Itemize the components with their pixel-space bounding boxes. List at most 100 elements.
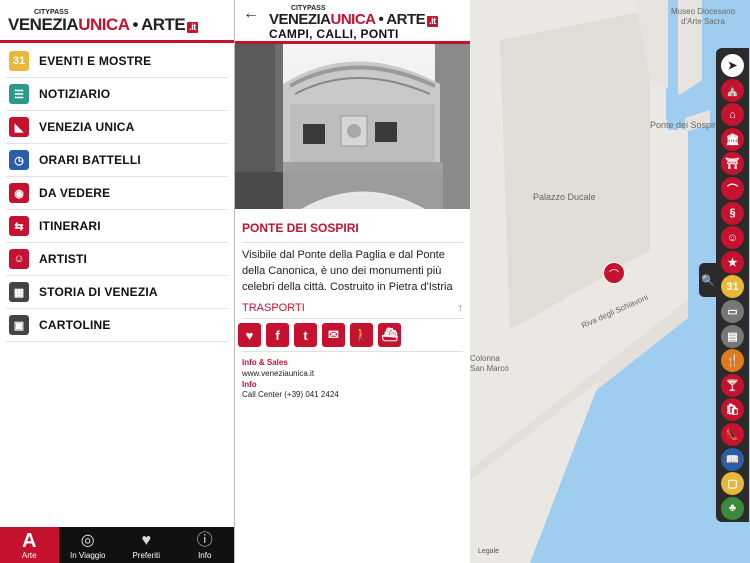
back-arrow-icon[interactable]: ← [243, 5, 259, 23]
detail-panel: ← CITYPASS VENEZIA UNICA • ARTE .it CAMPI, C… [235, 0, 470, 563]
tree-icon[interactable]: ♣ [721, 496, 744, 520]
logo-dot: • [378, 11, 384, 28]
shopping-icon[interactable]: 🛍 [721, 398, 744, 422]
map-legal-link[interactable]: Legale [478, 548, 499, 555]
chapel-icon[interactable]: ⌂ [721, 103, 744, 127]
restaurant-icon[interactable]: 🍴 [721, 349, 744, 373]
bridge-map-pin-icon[interactable]: ⌒ [603, 262, 625, 284]
bus-icon[interactable]: ▭ [721, 300, 744, 323]
seahorse-icon[interactable]: § [721, 201, 744, 225]
transports-section[interactable]: TRASPORTI ↑ [242, 302, 463, 319]
venezia-unica-icon: ◣ [9, 117, 29, 137]
venezia-unica-logo[interactable]: CITYPASS VENEZIA UNICA • ARTE .it [8, 9, 198, 34]
logo-venezia: VENEZIA [269, 11, 331, 28]
action-buttons: ♥ f t ✉ 🚶 ⛴ [238, 323, 401, 347]
menu-item-label: ARTISTI [39, 252, 88, 266]
expand-arrow-icon[interactable]: ↑ [458, 302, 464, 314]
menu-item[interactable]: ▣ CARTOLINE [6, 309, 228, 342]
favorite-heart-icon[interactable]: ♥ [238, 323, 261, 347]
target-icon: ◎ [80, 532, 95, 549]
logo-it: .it [427, 16, 438, 27]
logo-unica: UNICA [330, 11, 377, 28]
facebook-icon[interactable]: f [266, 323, 289, 347]
menu-item-label: STORIA DI VENEZIA [39, 285, 158, 299]
tab-label: In Viaggio [70, 551, 106, 560]
tab-label: Arte [21, 551, 37, 560]
logo-unica: UNICA [78, 15, 130, 34]
box-icon[interactable]: ▢ [721, 472, 744, 496]
tab-arte[interactable]: A Arte [0, 527, 59, 563]
calendar-icon: 31 [9, 51, 29, 71]
walking-icon[interactable]: 🚶 [350, 323, 373, 347]
category-subtitle: CAMPI, CALLI, PONTI [269, 27, 399, 41]
shoe-icon[interactable]: 👠 [721, 423, 744, 446]
menu-item-label: ITINERARI [39, 219, 101, 233]
arte-icon: A [22, 530, 37, 552]
bridge-photo [235, 44, 470, 209]
tab-label: Preferiti [132, 551, 161, 560]
postcard-icon: ▣ [9, 315, 29, 335]
menu-item[interactable]: ⇆ ITINERARI [6, 210, 228, 243]
bottom-tab-bar: A Arte ◎ In Viaggio ♥ Preferiti ⓘ Info [0, 527, 234, 563]
signpost-icon: ⇆ [9, 216, 29, 236]
email-icon[interactable]: ✉ [322, 323, 345, 347]
map-label-ponte: Ponte dei Sospiri [650, 120, 719, 130]
transports-label: TRASPORTI [242, 302, 305, 314]
info-label: Info [242, 380, 257, 389]
menu-item-label: NOTIZIARIO [39, 87, 111, 101]
map-category-strip: ➤ ⛪ ⌂ 🏛 ⛩ ⌒ § ☺ ★ 31 ▭ ▤ 🍴 🍸 🛍 👠 📖 ▢ ♣ [716, 48, 749, 522]
logo-arte: ARTE [386, 11, 426, 28]
clock-icon: ◷ [9, 150, 29, 170]
museum-icon[interactable]: 🏛 [721, 127, 744, 151]
gate-icon[interactable]: ⛩ [721, 152, 744, 176]
place-description: Visibile dal Ponte della Paglia e dal Po… [242, 249, 453, 291]
locate-arrow-icon[interactable]: ➤ [721, 54, 744, 77]
tab-label: Info [198, 551, 212, 560]
church-icon[interactable]: ⛪ [721, 78, 744, 102]
info-sales-link[interactable]: www.veneziaunica.it [242, 369, 314, 379]
logo-citypass: CITYPASS [291, 5, 326, 12]
menu-item[interactable]: ☰ NOTIZIARIO [6, 78, 228, 111]
menu-item[interactable]: ◣ VENEZIA UNICA [6, 111, 228, 144]
map-label-palazzo: Palazzo Ducale [533, 192, 596, 202]
place-title: PONTE DEI SOSPIRI [242, 221, 359, 235]
map-label-museo: Museo Diocesano d'Arte Sacra [671, 7, 736, 26]
tab-in-viaggio[interactable]: ◎ In Viaggio [59, 527, 118, 563]
logo-dot: • [132, 15, 139, 34]
menu-item[interactable]: ◉ DA VEDERE [6, 177, 228, 210]
menu-item[interactable]: ☺ ARTISTI [6, 243, 228, 276]
app-window: CITYPASS VENEZIA UNICA • ARTE .it 31 EVENTI E… [0, 0, 750, 563]
info-sales-label: Info & Sales [242, 358, 288, 367]
map-search-icon[interactable]: 🔍 [699, 263, 717, 297]
star-icon[interactable]: ★ [721, 250, 744, 274]
calendar-icon[interactable]: 31 [721, 275, 744, 299]
title-separator [242, 242, 463, 243]
menu-item[interactable]: ◷ ORARI BATTELLI [6, 144, 228, 177]
cocktail-icon[interactable]: 🍸 [721, 373, 744, 397]
main-menu: 31 EVENTI E MOSTRE ☰ NOTIZIARIO ◣ VENEZIA UNI… [6, 45, 228, 342]
menu-item[interactable]: 31 EVENTI E MOSTRE [6, 45, 228, 78]
menu-item-label: CARTOLINE [39, 318, 111, 332]
twitter-icon[interactable]: t [294, 323, 317, 347]
menu-item-label: VENEZIA UNICA [39, 120, 135, 134]
tab-preferiti[interactable]: ♥ Preferiti [117, 527, 176, 563]
map-label-colonna: Colonna San Marco [470, 354, 509, 373]
logo-citypass: CITYPASS [34, 9, 69, 16]
header-red-line [0, 40, 234, 43]
menu-item-label: DA VEDERE [39, 186, 111, 200]
news-list-icon: ☰ [9, 84, 29, 104]
call-center-number[interactable]: Call Center (+39) 041 2424 [242, 390, 339, 400]
theatre-icon[interactable]: ☺ [721, 226, 744, 250]
menu-item[interactable]: ▦ STORIA DI VENEZIA [6, 276, 228, 309]
heart-icon: ♥ [141, 532, 152, 549]
bridge-icon[interactable]: ⌒ [721, 177, 744, 200]
tab-info[interactable]: ⓘ Info [176, 527, 235, 563]
boat-icon[interactable]: ⛴ [378, 323, 401, 347]
logo-venezia: VENEZIA [8, 15, 79, 34]
left-menu-panel: CITYPASS VENEZIA UNICA • ARTE .it 31 EVENTI E… [0, 0, 234, 563]
eye-icon: ◉ [9, 183, 29, 203]
tram-icon[interactable]: ▤ [721, 324, 744, 348]
logo-it: .it [187, 22, 198, 33]
info-search-icon: ⓘ [196, 532, 213, 549]
book-icon[interactable]: 📖 [721, 447, 744, 471]
